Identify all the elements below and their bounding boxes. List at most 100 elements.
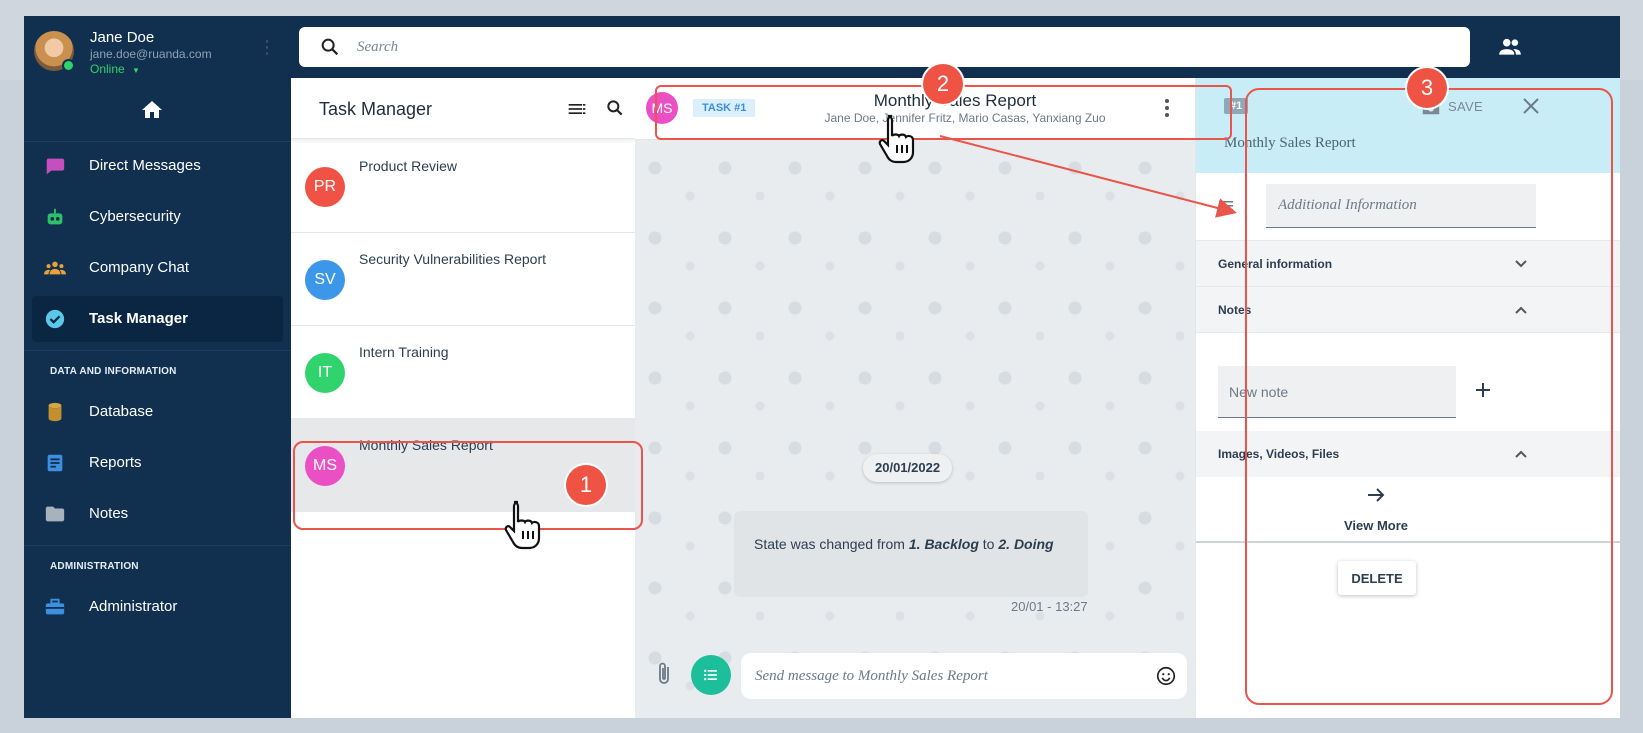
task-title: Product Review xyxy=(359,158,458,174)
task-avatar: PR xyxy=(305,167,345,207)
task-title: Intern Training xyxy=(359,344,449,360)
additional-info-row xyxy=(1196,173,1620,241)
list-icon xyxy=(704,669,717,681)
chevron-up-icon xyxy=(1515,306,1527,314)
message-timestamp: 20/01 - 13:27 xyxy=(1011,599,1088,614)
sidebar-item-label: Direct Messages xyxy=(89,157,201,174)
user-profile[interactable]: Jane Doe jane.doe@ruanda.com Online ▼ ⋮ xyxy=(24,16,291,80)
sidebar: Jane Doe jane.doe@ruanda.com Online ▼ ⋮ … xyxy=(24,16,291,718)
sidebar-item-administrator[interactable]: Administrator xyxy=(32,584,283,630)
task-id-badge: #1 xyxy=(1224,98,1249,114)
check-circle-icon xyxy=(45,309,65,329)
sidebar-item-database[interactable]: Database xyxy=(32,389,283,435)
hand-pointer-icon xyxy=(878,114,915,164)
database-icon xyxy=(48,402,62,422)
accordion-general-information[interactable]: General information xyxy=(1196,241,1620,287)
caret-down-icon: ▼ xyxy=(132,66,140,75)
robot-icon xyxy=(47,208,63,225)
accordion-label: Notes xyxy=(1218,303,1252,317)
sidebar-item-direct-messages[interactable]: Direct Messages xyxy=(32,143,283,189)
chevron-down-icon xyxy=(1515,260,1527,268)
sidebar-item-company-chat[interactable]: Company Chat xyxy=(32,245,283,291)
task-title: Monthly Sales Report xyxy=(359,437,493,453)
sidebar-item-reports[interactable]: Reports xyxy=(32,440,283,486)
hand-pointer-icon xyxy=(504,500,541,550)
date-separator: 20/01/2022 xyxy=(863,454,953,482)
accordion-notes[interactable]: Notes xyxy=(1196,287,1620,333)
sidebar-item-notes[interactable]: Notes xyxy=(32,491,283,537)
step-badge: 1 xyxy=(566,465,606,505)
step-badge: 2 xyxy=(923,64,963,104)
details-title: Monthly Sales Report xyxy=(1224,135,1356,151)
task-list-header: Task Manager xyxy=(291,78,635,139)
message-from-state: 1. Backlog xyxy=(908,536,979,552)
chat-members: Jane Doe, Jennifer Fritz, Mario Casas, Y… xyxy=(824,111,1106,125)
group-icon xyxy=(44,261,66,275)
search-icon[interactable] xyxy=(605,98,625,118)
task-item-product-review[interactable]: PR Product Review xyxy=(291,140,635,233)
view-more-link[interactable]: View More xyxy=(1326,518,1426,533)
message-input-wrapper xyxy=(741,653,1187,699)
task-list-panel: Task Manager PR Product Review SV Securi… xyxy=(291,78,635,718)
accordion-label: General information xyxy=(1218,257,1333,271)
emoji-icon[interactable] xyxy=(1155,665,1177,687)
search-bar[interactable] xyxy=(299,27,1470,67)
sidebar-item-cybersecurity[interactable]: Cybersecurity xyxy=(32,194,283,240)
sidebar-item-label: Database xyxy=(89,403,154,420)
new-note-field[interactable] xyxy=(1218,366,1456,418)
close-icon[interactable] xyxy=(1522,97,1540,115)
divider xyxy=(24,350,291,351)
message-text: to xyxy=(978,536,999,552)
chat-avatar: MS xyxy=(646,92,678,124)
task-item-intern-training[interactable]: IT Intern Training xyxy=(291,326,635,419)
system-message: State was changed from 1. Backlog to 2. … xyxy=(734,511,1088,597)
search-input[interactable] xyxy=(357,35,1447,59)
delete-button[interactable]: DELETE xyxy=(1338,561,1416,595)
search-icon xyxy=(321,38,339,56)
sidebar-item-label: Task Manager xyxy=(89,310,188,327)
section-heading: DATA AND INFORMATION xyxy=(50,366,177,377)
divider xyxy=(24,545,291,546)
sidebar-item-label: Company Chat xyxy=(89,259,190,276)
message-composer xyxy=(635,636,1195,718)
toolbox-icon xyxy=(45,598,65,615)
people-icon[interactable] xyxy=(1497,34,1523,60)
sidebar-item-label: Notes xyxy=(89,505,129,522)
accordion-files[interactable]: Images, Videos, Files xyxy=(1196,431,1620,477)
section-heading: ADMINISTRATION xyxy=(50,561,139,572)
filter-list-icon[interactable] xyxy=(567,99,587,119)
chevron-up-icon xyxy=(1515,450,1527,458)
home-button[interactable] xyxy=(24,80,291,142)
paperclip-icon[interactable] xyxy=(653,660,675,688)
more-vertical-icon[interactable] xyxy=(1163,96,1171,120)
notes-lines-icon xyxy=(1219,201,1233,215)
step-badge: 3 xyxy=(1407,68,1447,108)
home-icon xyxy=(142,101,162,118)
divider xyxy=(1196,541,1620,543)
task-details-panel: #1 SAVE Monthly Sales Report General inf… xyxy=(1195,78,1620,718)
chat-panel: MS TASK #1 Monthly Sales Report Jane Doe… xyxy=(635,78,1195,718)
accordion-label: Images, Videos, Files xyxy=(1218,447,1340,461)
folder-icon xyxy=(45,506,65,522)
online-status-dot xyxy=(62,59,75,72)
arrow-right-icon[interactable] xyxy=(1366,486,1386,504)
chat-bubble-icon xyxy=(46,158,65,175)
status-selector[interactable]: Online ▼ xyxy=(90,62,140,76)
report-icon xyxy=(47,454,63,472)
sidebar-item-label: Reports xyxy=(89,454,142,471)
kebab-menu-icon[interactable]: ⋮ xyxy=(258,38,276,56)
app-window: Jane Doe jane.doe@ruanda.com Online ▼ ⋮ … xyxy=(24,16,1620,718)
sidebar-item-label: Cybersecurity xyxy=(89,208,181,225)
message-to-state: 2. Doing xyxy=(998,536,1054,552)
plus-icon[interactable] xyxy=(1474,381,1492,399)
additional-information-field[interactable] xyxy=(1266,184,1536,228)
task-item-security-vulnerabilities[interactable]: SV Security Vulnerabilities Report xyxy=(291,233,635,326)
user-email: jane.doe@ruanda.com xyxy=(90,47,212,61)
task-avatar: MS xyxy=(305,446,345,486)
save-button[interactable]: SAVE xyxy=(1448,99,1483,114)
task-list-button[interactable] xyxy=(691,655,731,695)
sidebar-item-task-manager[interactable]: Task Manager xyxy=(32,296,283,342)
message-input[interactable] xyxy=(755,665,1135,687)
status-label: Online xyxy=(90,62,125,76)
user-name: Jane Doe xyxy=(90,29,155,46)
